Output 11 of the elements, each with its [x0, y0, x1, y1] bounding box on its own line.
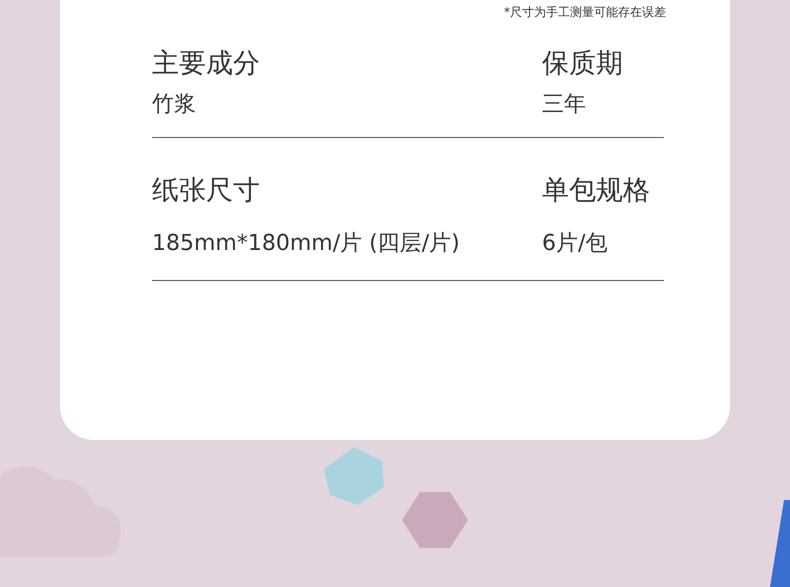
spec-label: 主要成分 — [152, 47, 261, 81]
spec-value: 185mm*180mm/片 (四层/片) — [152, 230, 461, 258]
spec-label: 单包规格 — [542, 174, 651, 208]
spec-label: 纸张尺寸 — [152, 174, 261, 208]
measurement-note: *尺寸为手工测量可能存在误差 — [504, 4, 666, 21]
hexagon-drawing — [402, 492, 468, 548]
gem-drawing — [324, 447, 384, 505]
spec-value: 竹浆 — [152, 91, 197, 119]
spec-value: 6片/包 — [542, 230, 608, 258]
spec-label: 保质期 — [542, 47, 624, 81]
spec-value: 三年 — [542, 91, 587, 119]
